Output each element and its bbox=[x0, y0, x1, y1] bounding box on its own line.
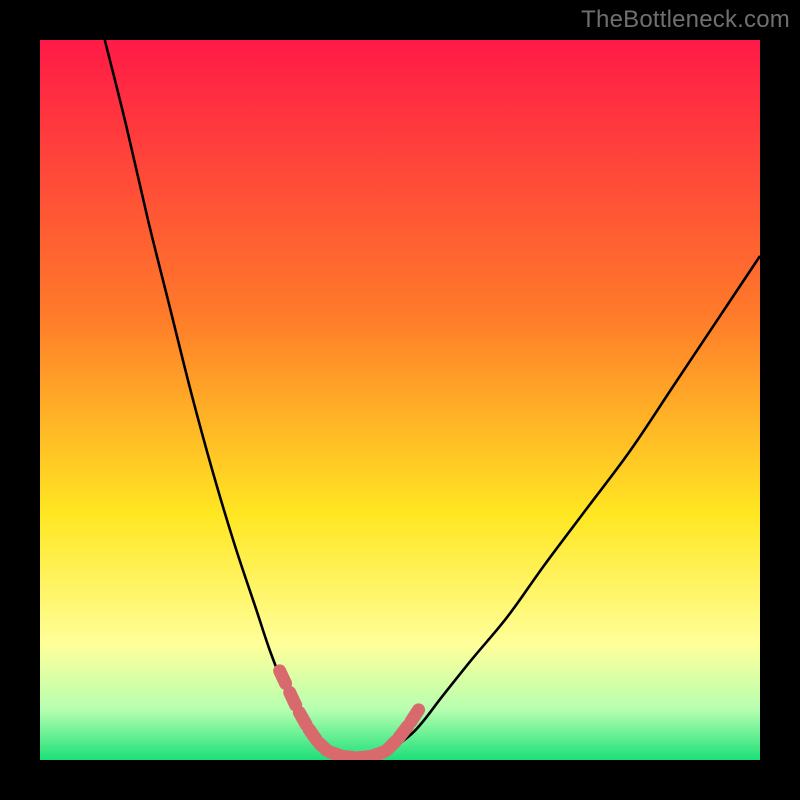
plot-area bbox=[40, 40, 760, 760]
bottleneck-curve bbox=[105, 40, 760, 760]
chart-frame: TheBottleneck.com bbox=[0, 0, 800, 800]
valley-markers bbox=[280, 671, 419, 758]
valley-marker-segment bbox=[411, 710, 419, 722]
valley-marker-segment bbox=[387, 741, 396, 750]
valley-marker-segment bbox=[299, 712, 306, 724]
valley-marker-segment bbox=[290, 692, 296, 705]
curve-layer bbox=[40, 40, 760, 760]
valley-marker-segment bbox=[280, 671, 286, 684]
valley-marker-segment bbox=[399, 726, 408, 737]
watermark-text: TheBottleneck.com bbox=[581, 6, 790, 34]
